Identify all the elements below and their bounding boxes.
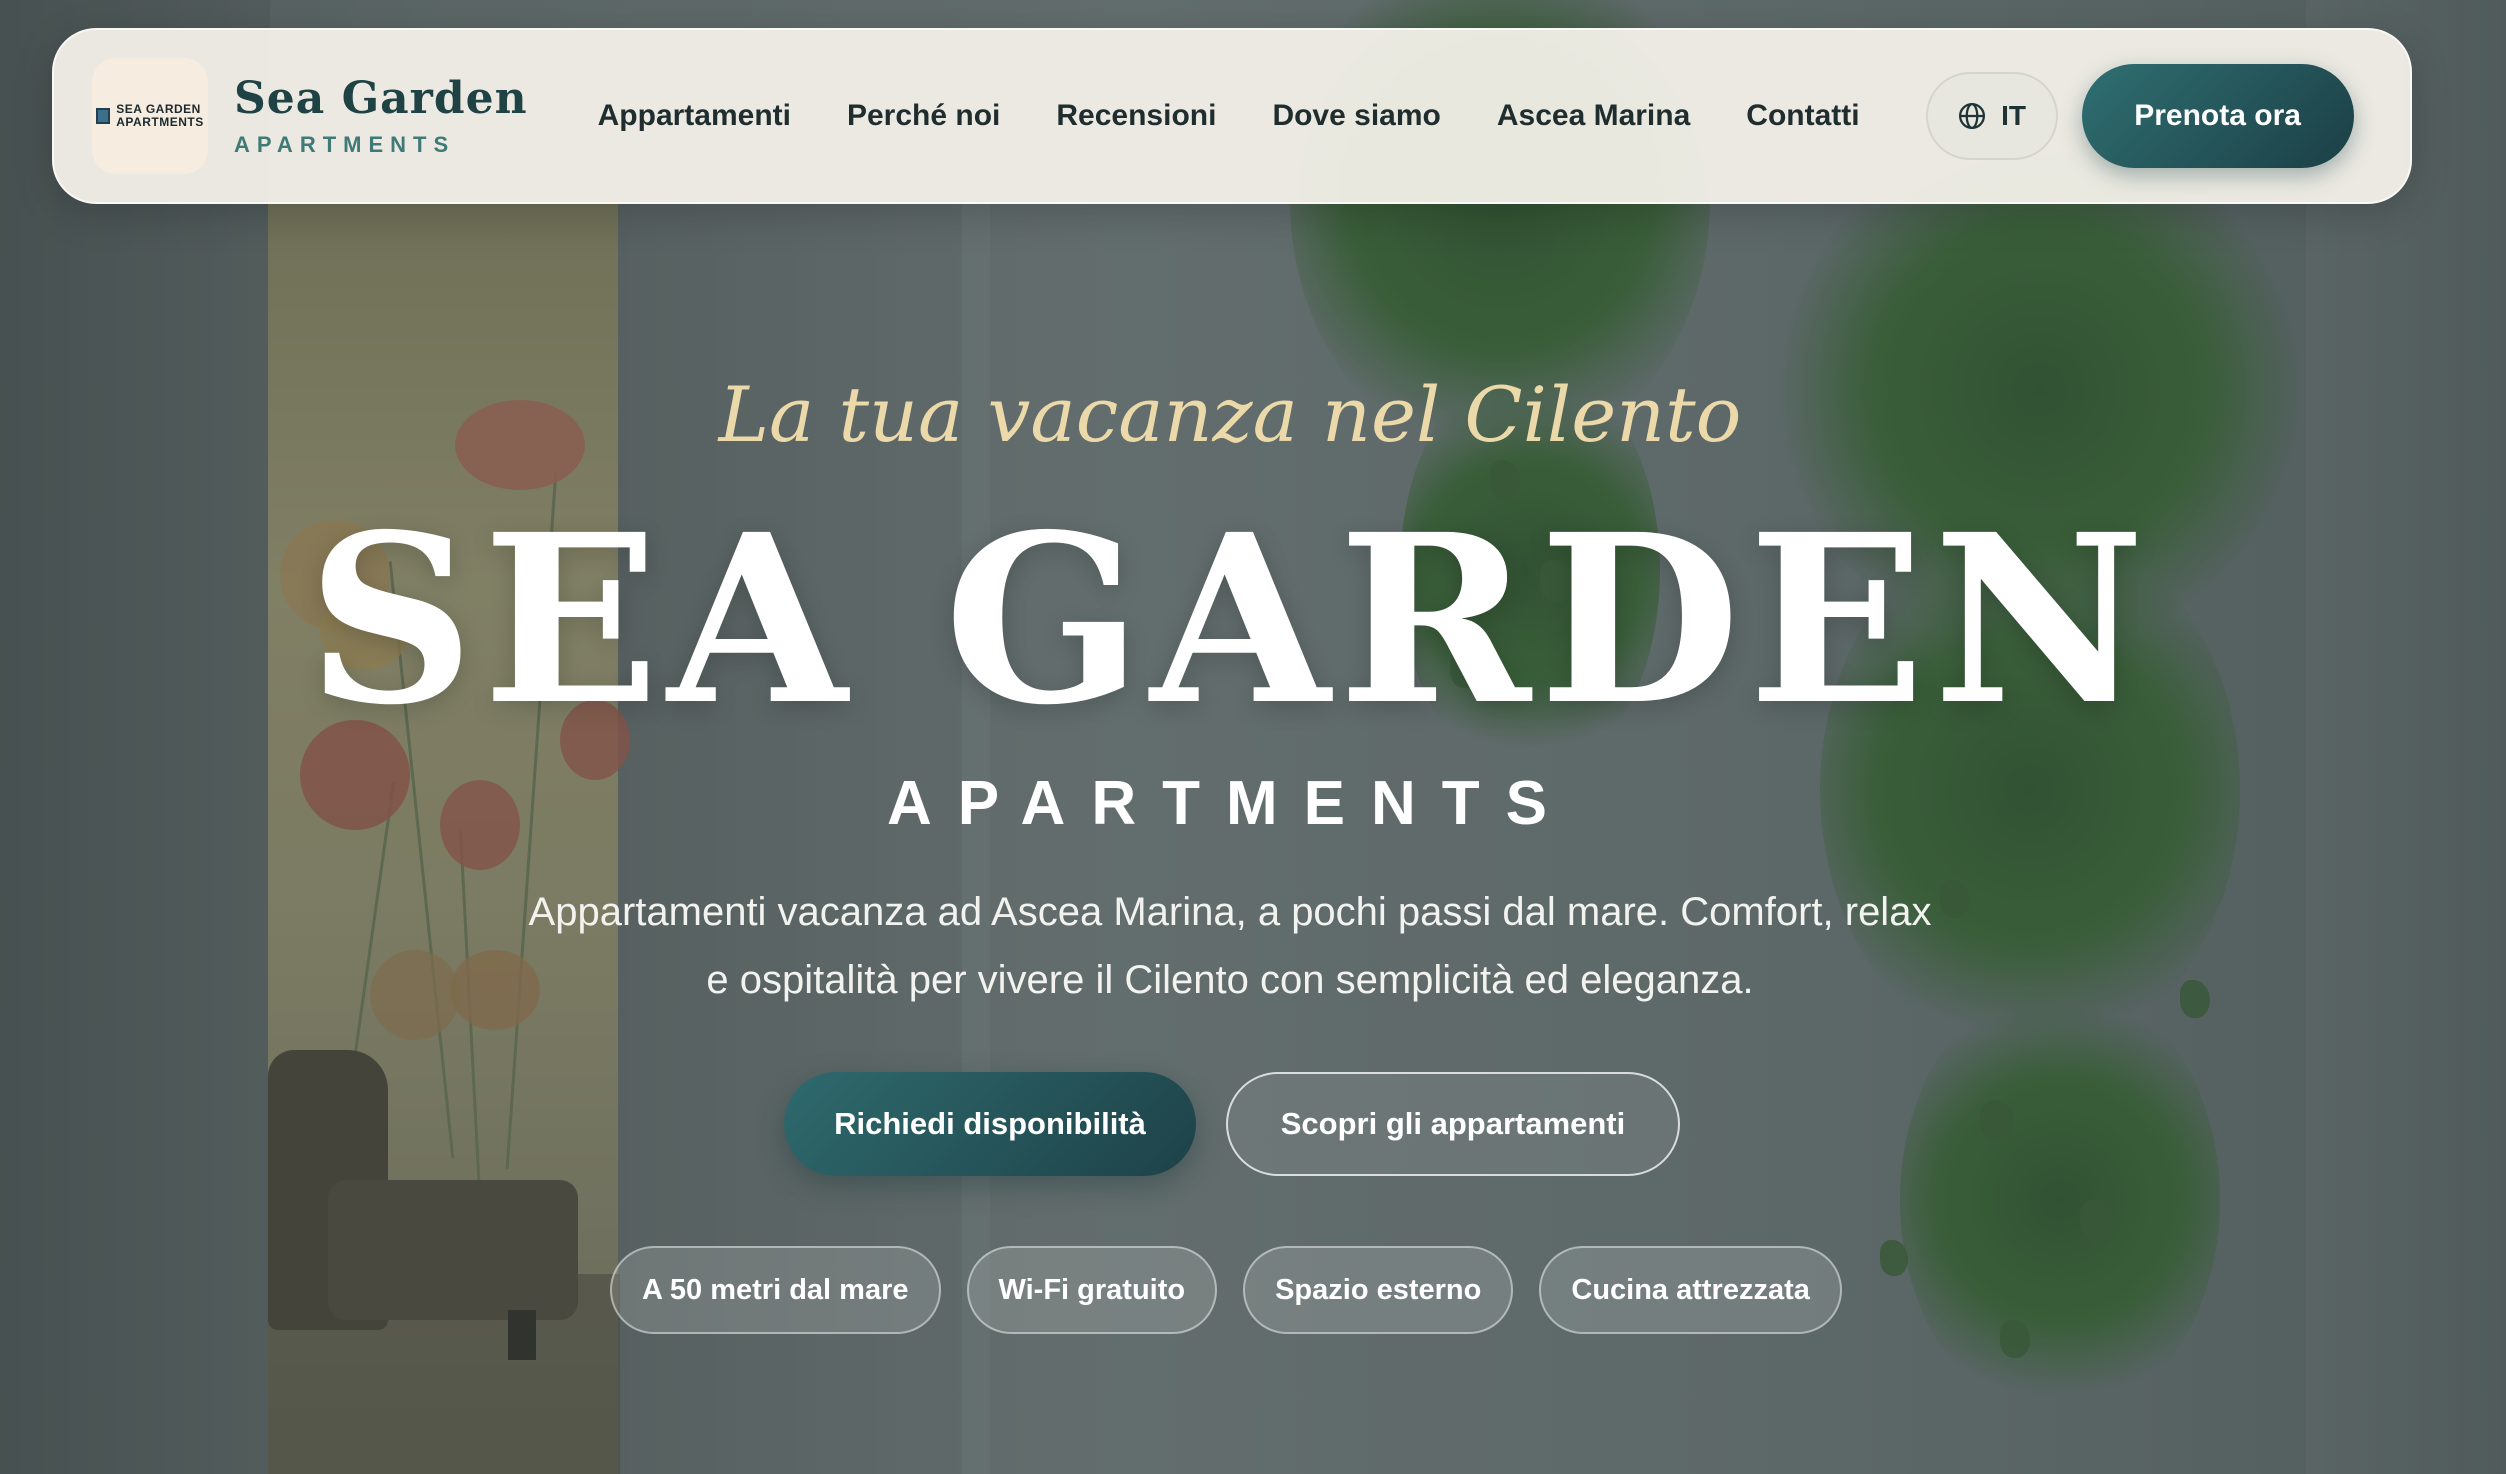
request-availability-button[interactable]: Richiedi disponibilità [784, 1072, 1196, 1176]
discover-apartments-button[interactable]: Scopri gli appartamenti [1226, 1072, 1680, 1176]
hero-description: Appartamenti vacanza ad Ascea Marina, a … [528, 890, 1932, 1002]
hero-tagline: La tua vacanza nel Cilento [718, 370, 1742, 459]
feature-chip-sea-distance: A 50 metri dal mare [610, 1246, 941, 1334]
feature-chip-wifi: Wi-Fi gratuito [966, 1246, 1218, 1334]
feature-chips: A 50 metri dal mare Wi-Fi gratuito Spazi… [610, 1246, 1842, 1334]
hero-section: La tua vacanza nel Cilento SEA GARDEN AP… [0, 0, 2506, 1474]
hero-subtitle: APARTMENTS [887, 769, 1573, 838]
feature-chip-kitchen: Cucina attrezzata [1539, 1246, 1842, 1334]
feature-chip-outdoor-space: Spazio esterno [1243, 1246, 1514, 1334]
hero-title: SEA GARDEN [306, 483, 2154, 756]
